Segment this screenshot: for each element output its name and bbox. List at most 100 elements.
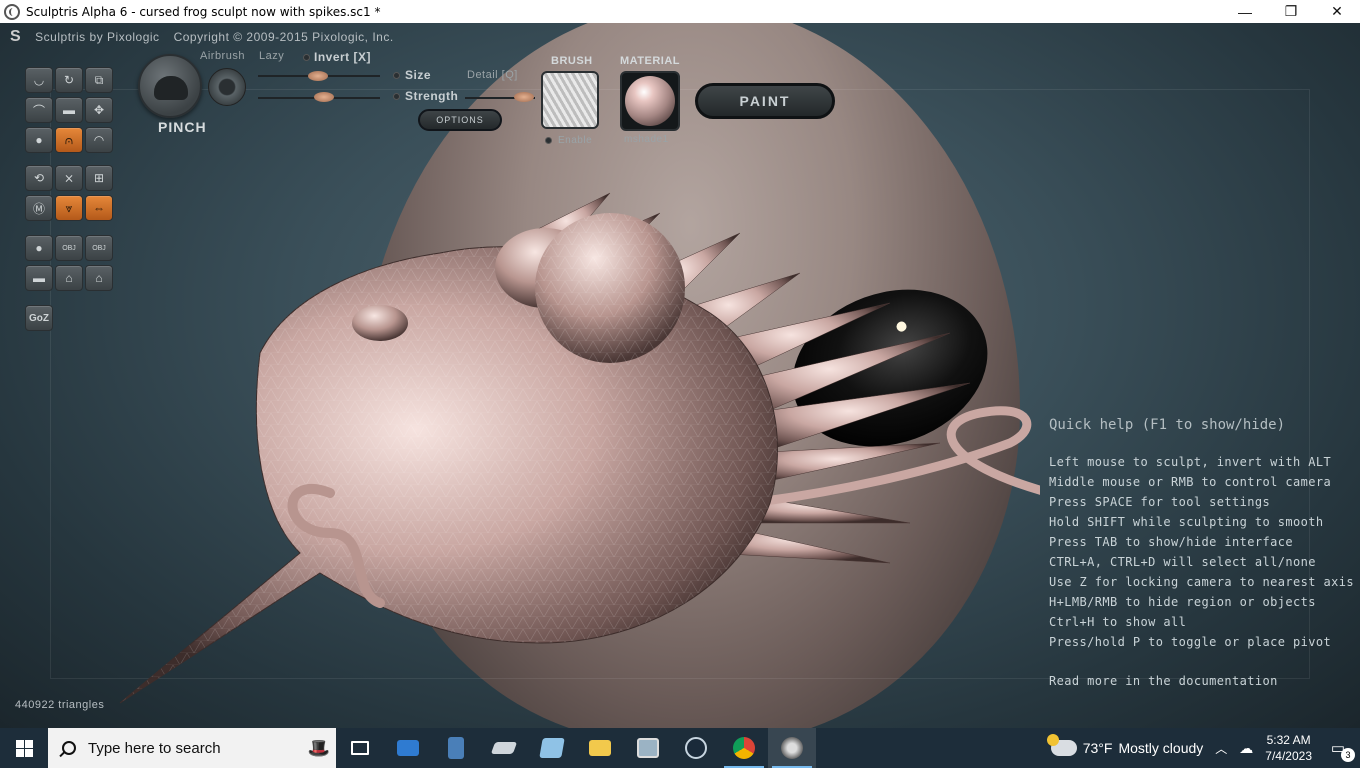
photos-icon — [637, 738, 659, 758]
task-view-button[interactable] — [336, 728, 384, 768]
draw-tool-button[interactable]: ◡ — [25, 67, 53, 93]
strength-label: Strength — [405, 89, 459, 103]
quick-help-line: Hold SHIFT while sculpting to smooth — [1049, 515, 1324, 529]
weather-desc: Mostly cloudy — [1118, 740, 1204, 756]
quick-help-line: Ctrl+H to show all — [1049, 615, 1187, 629]
symmetry-button[interactable]: ⟲ — [25, 165, 53, 191]
invert-toggle[interactable] — [303, 54, 310, 61]
mirror-arrows-icon: ⇔ — [93, 201, 105, 215]
pinch-icon: ⩀ — [64, 132, 74, 147]
chrome-icon — [733, 737, 755, 759]
grab-tool-button[interactable]: ✥ — [85, 97, 113, 123]
grid-button[interactable]: ⊞ — [85, 165, 113, 191]
notes-icon — [539, 738, 565, 758]
open-file-button[interactable]: ⌂ — [55, 265, 83, 291]
move-arrows-icon: ✥ — [93, 103, 105, 117]
clock-time: 5:32 AM — [1266, 733, 1311, 747]
frog-sculpt-mesh[interactable] — [110, 173, 1040, 713]
documentation-link[interactable]: Read more in the documentation — [1049, 674, 1354, 688]
weather-widget[interactable]: 73°F Mostly cloudy — [1046, 734, 1204, 756]
rotate-tool-button[interactable]: ↻ — [55, 67, 83, 93]
chevron-up-icon[interactable]: ︿ — [1215, 740, 1227, 757]
sphere-icon: ● — [35, 241, 43, 255]
mail-app-button[interactable] — [384, 728, 432, 768]
calculator-icon — [448, 737, 464, 759]
file-explorer-button[interactable] — [576, 728, 624, 768]
sculptris-app-icon — [4, 3, 20, 20]
inflate-tool-button[interactable]: ● — [25, 127, 53, 153]
sculptris-logo-icon: S — [10, 28, 22, 45]
brush-texture-label: BRUSH — [551, 55, 593, 67]
mask-button[interactable]: Ⓜ — [25, 195, 53, 221]
strength-pressure-toggle[interactable] — [393, 93, 400, 100]
save-file-icon: ⌂ — [95, 271, 103, 285]
quick-help-panel: Quick help (F1 to show/hide) Left mouse … — [1049, 417, 1354, 688]
goz-label: GoZ — [29, 312, 49, 324]
mail-icon — [397, 740, 419, 756]
rotate-icon: ↻ — [63, 73, 75, 87]
minimize-button[interactable]: — — [1222, 0, 1268, 23]
material-label: MATERIAL — [620, 55, 681, 67]
close-button[interactable]: ✕ — [1314, 0, 1360, 23]
quick-help-line: Left mouse to sculpt, invert with ALT — [1049, 455, 1332, 469]
strength-slider-handle[interactable] — [314, 92, 334, 102]
vertex-button[interactable]: ⩔ — [55, 195, 83, 221]
material-name: mshade1 — [624, 134, 669, 145]
scale-tool-button[interactable]: ⧉ — [85, 67, 113, 93]
save-file-button[interactable]: ⌂ — [85, 265, 113, 291]
new-sphere-button[interactable]: ● — [25, 235, 53, 261]
notification-center-button[interactable]: ▭ 3 — [1324, 736, 1355, 762]
options-button[interactable]: OPTIONS — [418, 109, 502, 131]
drive-app-button[interactable] — [480, 728, 528, 768]
import-obj-button[interactable]: OBJ — [55, 235, 83, 261]
enable-label: Enable — [558, 135, 593, 146]
grid-icon: ⊞ — [93, 171, 105, 185]
crease-tool-button[interactable]: ⌒ — [25, 97, 53, 123]
search-icon — [62, 741, 76, 755]
brush-texture-swatch[interactable] — [541, 71, 599, 129]
export-obj-button[interactable]: OBJ — [85, 235, 113, 261]
size-slider-handle[interactable] — [308, 71, 328, 81]
partly-cloudy-icon — [1046, 734, 1077, 756]
quick-help-line: H+LMB/RMB to hide region or objects — [1049, 595, 1316, 609]
symmetry-icon: ⟲ — [33, 171, 45, 185]
smooth-icon: ◠ — [93, 133, 105, 147]
app-header: S Sculptris by Pixologic Copyright © 200… — [10, 28, 394, 46]
goz-button[interactable]: GoZ — [25, 305, 53, 331]
folder-icon — [589, 740, 611, 756]
task-view-icon — [351, 741, 369, 755]
sculptris-app-button[interactable] — [768, 728, 816, 768]
smooth-tool-button[interactable]: ◠ — [85, 127, 113, 153]
pinch-tool-button[interactable]: ⩀ — [55, 127, 83, 153]
quick-help-line: Middle mouse or RMB to control camera — [1049, 475, 1332, 489]
paint-mode-button[interactable]: PAINT — [695, 83, 835, 119]
airbrush-toggle[interactable] — [208, 68, 246, 106]
system-clock[interactable]: 5:32 AM 7/4/2023 — [1265, 732, 1312, 764]
flatten-tool-button[interactable]: ▬ — [55, 97, 83, 123]
wireframe-button[interactable]: ⨯ — [55, 165, 83, 191]
notes-app-button[interactable] — [528, 728, 576, 768]
calculator-app-button[interactable] — [432, 728, 480, 768]
maximize-button[interactable]: ❐ — [1268, 0, 1314, 23]
sculpt-viewport[interactable]: S Sculptris by Pixologic Copyright © 200… — [0, 23, 1360, 728]
start-button[interactable] — [0, 728, 48, 768]
new-plane-button[interactable]: ▬ — [25, 265, 53, 291]
steam-app-button[interactable] — [672, 728, 720, 768]
notification-badge: 3 — [1341, 748, 1355, 762]
material-swatch[interactable] — [620, 71, 680, 131]
size-pressure-toggle[interactable] — [393, 72, 400, 79]
mirror-button[interactable]: ⇔ — [85, 195, 113, 221]
airbrush-label: Airbrush — [200, 50, 245, 62]
plane-icon: ▬ — [33, 271, 45, 285]
detail-slider-handle[interactable] — [514, 92, 534, 102]
wireframe-icon: ⨯ — [63, 171, 75, 185]
window-title-bar[interactable]: Sculptris Alpha 6 - cursed frog sculpt n… — [0, 0, 1360, 23]
network-icon[interactable]: ☁ — [1239, 740, 1253, 757]
photos-app-button[interactable] — [624, 728, 672, 768]
chrome-app-button[interactable] — [720, 728, 768, 768]
clock-date: 7/4/2023 — [1265, 749, 1312, 763]
search-placeholder: Type here to search — [88, 739, 221, 757]
taskbar-search-box[interactable]: Type here to search 🎩 — [48, 728, 336, 768]
brush-enable-toggle[interactable] — [545, 137, 552, 144]
brush-selector-button[interactable] — [138, 54, 202, 118]
